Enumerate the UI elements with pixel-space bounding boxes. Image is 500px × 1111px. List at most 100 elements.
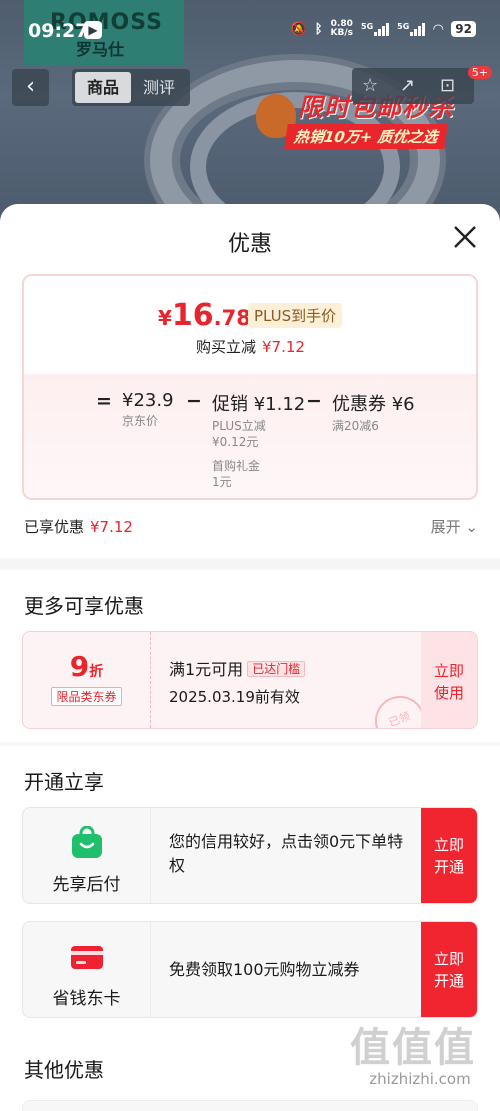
price-breakdown-card: ¥ 16 .78 PLUS到手价 购买立减 ¥7.12 = ¥23.9 京东价 −…	[22, 274, 478, 500]
price-decimal: .78	[213, 306, 251, 330]
promo-subtitle: 热销10万+ 质优之选	[284, 124, 448, 149]
status-time: 09:27	[28, 20, 89, 42]
formula-minus: −	[186, 390, 202, 412]
more-offers-section: 更多可享优惠 9折 限品类东券 满1元可用 已达门槛 2025.03.19前有效 …	[0, 570, 500, 742]
coupon-discount-value: 9	[69, 650, 90, 683]
price-integer: 16	[171, 298, 214, 333]
signal-icon-1: 5G	[361, 22, 390, 36]
saving-card-name: 省钱东卡	[52, 989, 121, 1009]
signal-icon-2: 5G	[397, 22, 426, 36]
price-currency: ¥	[158, 306, 172, 330]
activate-saving-card-button[interactable]: 立即 开通	[421, 922, 477, 1017]
use-line1: 立即	[433, 662, 464, 680]
coupon-expiry: 2025.03.19前有效	[169, 688, 300, 706]
tab-product[interactable]: 商品	[75, 72, 131, 103]
formula-term-coupon: 优惠券 ¥6 满20减6	[332, 390, 415, 434]
buy-reduce-value: ¥7.12	[262, 338, 305, 356]
chevron-down-icon: ⌄	[465, 518, 478, 536]
expand-button[interactable]: 展开 ⌄	[431, 516, 478, 537]
saving-card[interactable]: 省钱东卡 免费领取100元购物立减券 立即 开通	[22, 921, 478, 1018]
coupon-condition: 满1元可用	[169, 660, 244, 679]
go-line1: 立即	[433, 950, 464, 968]
open-enjoy-title: 开通立享	[24, 770, 104, 794]
term-label: 1元	[212, 475, 232, 489]
coupon-left: 9折 限品类东券	[23, 632, 151, 728]
shopping-bag-icon	[71, 825, 102, 858]
use-coupon-button[interactable]: 立即 使用	[421, 632, 477, 728]
cart-icon[interactable]: ⊡	[440, 75, 455, 96]
final-price: ¥ 16 .78	[158, 298, 251, 333]
bank-card-icon	[70, 946, 103, 969]
coupon-discount-unit: 折	[89, 664, 104, 680]
top-toolbar: ☆ ↗ ⊡ 5+	[352, 66, 492, 104]
mute-icon: 🔕	[290, 21, 307, 37]
close-button[interactable]	[450, 222, 480, 252]
pay-later-desc: 您的信用较好，点击领0元下单特权	[169, 832, 404, 875]
notification-app-icon: ▶	[84, 21, 102, 39]
watermark-glyphs: 值值值	[350, 1025, 476, 1071]
share-icon[interactable]: ↗	[400, 75, 415, 96]
battery-level: 92	[451, 21, 476, 37]
pay-later-left: 先享后付	[23, 808, 151, 903]
sheet-title: 优惠	[227, 232, 272, 257]
coupon-status-pill: 已达门槛	[247, 661, 306, 677]
signal-label-2: 5G	[397, 22, 410, 31]
coupon-card[interactable]: 9折 限品类东券 满1元可用 已达门槛 2025.03.19前有效 已领 立即 使…	[22, 631, 478, 729]
discount-sheet: 优惠 ¥ 16 .78 PLUS到手价 购买立减 ¥7.12 = ¥23.9 京…	[0, 204, 500, 1111]
term-label: 首购礼金	[212, 459, 261, 473]
buy-reduce-row: 购买立减 ¥7.12	[196, 336, 305, 357]
other-offers-card	[22, 1100, 478, 1111]
term-value: ¥23.9	[122, 390, 174, 411]
wifi-icon: ◠	[433, 21, 444, 37]
plus-price-tag: PLUS到手价	[248, 303, 343, 328]
formula-term-promo: 促销 ¥1.12 PLUS立减 ¥0.12元 首购礼金 1元	[212, 390, 305, 490]
final-price-area: ¥ 16 .78 PLUS到手价 购买立减 ¥7.12	[24, 276, 476, 374]
more-offers-title: 更多可享优惠	[24, 594, 144, 618]
coupon-discount: 9折	[23, 650, 150, 683]
buy-reduce-label: 购买立减	[196, 338, 257, 356]
enjoyed-value: ¥7.12	[90, 518, 133, 536]
status-bar: 09:27 ▶ 🔕 ᛒ 0.80 KB/s 5G 5G ◠ 92	[0, 0, 500, 60]
other-offers-title: 其他优惠	[24, 1058, 104, 1082]
use-line2: 使用	[433, 684, 464, 702]
go-line1: 立即	[433, 836, 464, 854]
net-speed: 0.80 KB/s	[331, 20, 353, 38]
chevron-left-icon: ‹	[26, 74, 35, 99]
saving-card-left: 省钱东卡	[23, 922, 151, 1017]
site-watermark: 值值值 zhizhizhi.com	[350, 1026, 490, 1088]
term-label: ¥0.12元	[212, 435, 259, 449]
term-label: 满20减6	[332, 419, 379, 433]
open-enjoy-section: 开通立享 先享后付 您的信用较好，点击领0元下单特权 立即 开通 省钱东卡 免费…	[0, 746, 500, 1050]
coupon-scope-tag: 限品类东券	[51, 687, 122, 706]
coupon-info: 满1元可用 已达门槛 2025.03.19前有效	[169, 656, 306, 707]
go-line2: 开通	[433, 972, 464, 990]
cart-badge: 5+	[467, 66, 492, 79]
enjoyed-discount-row: 已享优惠 ¥7.12	[24, 516, 133, 537]
sheet-header-area: 优惠 ¥ 16 .78 PLUS到手价 购买立减 ¥7.12 = ¥23.9 京…	[0, 204, 500, 558]
term-label: PLUS立减	[212, 419, 266, 433]
term-label: 京东价	[122, 414, 159, 428]
bluetooth-icon: ᛒ	[314, 21, 323, 37]
pay-later-card[interactable]: 先享后付 您的信用较好，点击领0元下单特权 立即 开通	[22, 807, 478, 904]
formula-term-jd-price: ¥23.9 京东价	[122, 390, 174, 429]
net-speed-unit: KB/s	[330, 28, 354, 38]
term-value: 优惠券 ¥6	[332, 394, 415, 415]
star-icon[interactable]: ☆	[362, 75, 378, 96]
enjoyed-label: 已享优惠	[24, 518, 85, 536]
tab-review[interactable]: 测评	[131, 72, 187, 103]
back-button[interactable]: ‹	[12, 69, 49, 106]
formula-minus: −	[306, 390, 322, 412]
close-icon	[454, 226, 476, 248]
status-right: 🔕 ᛒ 0.80 KB/s 5G 5G ◠ 92	[291, 20, 476, 38]
go-line2: 开通	[433, 858, 464, 876]
watermark-text: zhizhizhi.com	[369, 1070, 471, 1088]
signal-label-1: 5G	[361, 22, 374, 31]
page-tab-switcher: 商品 测评	[72, 69, 190, 106]
term-value: 促销 ¥1.12	[212, 394, 306, 415]
formula-equals: =	[96, 390, 112, 412]
expand-label: 展开	[430, 518, 461, 536]
activate-pay-later-button[interactable]: 立即 开通	[421, 808, 477, 903]
pay-later-name: 先享后付	[52, 875, 121, 895]
saving-card-desc: 免费领取100元购物立减券	[169, 960, 360, 979]
price-formula: = ¥23.9 京东价 − 促销 ¥1.12 PLUS立减 ¥0.12元 首购礼…	[24, 374, 476, 498]
